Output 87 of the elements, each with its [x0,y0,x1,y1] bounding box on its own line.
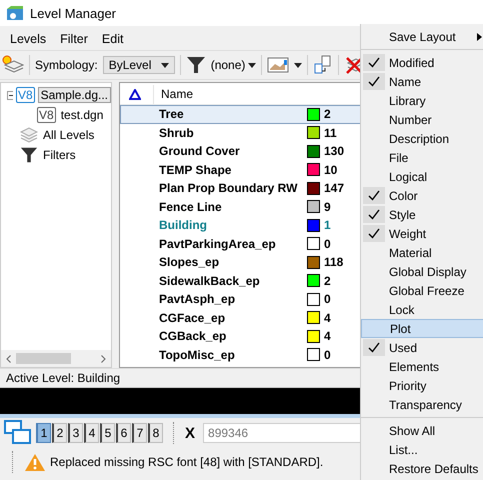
filter-icon [20,146,38,164]
status-message: Replaced missing RSC font [48] with [STANDARD]. [50,455,324,469]
color-number: 9 [324,200,331,214]
level-name: Shrub [158,126,195,140]
level-name: Plan Prop Boundary RW [158,181,298,196]
collapse-icon[interactable] [7,90,13,100]
menu-item[interactable]: Style [361,205,483,224]
menu-item[interactable]: Transparency [361,395,483,414]
menu-item[interactable]: Levels [10,32,46,46]
color-number: 4 [324,329,331,344]
windows-icon[interactable] [4,420,32,446]
caret-icon[interactable] [294,62,302,68]
view-button[interactable]: 2 [52,423,67,443]
warning-icon [24,452,46,472]
level-name: Slopes_ep [158,255,220,270]
level-name: PavtParkingArea_ep [158,236,277,251]
layers-icon[interactable] [2,55,24,75]
menu-item[interactable]: List... [361,440,483,459]
menu-item[interactable]: Save Layout [361,27,483,46]
level-name: PavtAsph_ep [158,292,236,306]
menu-item[interactable]: Edit [102,32,124,46]
menu-item[interactable]: Used [361,338,483,357]
caret-icon [248,62,256,68]
menu-item[interactable]: Material [361,243,483,262]
color-number: 2 [324,107,331,122]
menu-item[interactable]: Filter [60,32,88,46]
scroll-right-icon[interactable] [101,354,106,362]
color-number: 130 [324,144,344,158]
menu-item[interactable]: Lock [361,300,483,319]
menu-item[interactable]: Weight [361,224,483,243]
view-button[interactable]: 5 [100,423,115,443]
color-number: 118 [324,255,344,270]
level-name: SidewalkBack_ep [158,274,261,288]
scroll-left-icon[interactable] [6,354,11,362]
x-label: X [185,424,196,442]
menu-item[interactable]: Global Display [361,262,483,281]
color-number: 11 [324,126,337,140]
file-badge: V8 [37,107,56,123]
menu-item[interactable]: Restore Defaults [361,459,483,478]
level-name: Tree [158,107,185,122]
color-number: 0 [324,236,331,251]
file-badge: V8 [16,87,35,103]
app-icon [6,5,24,21]
color-number: 0 [324,348,331,362]
filter-icon[interactable] [186,55,206,75]
menu-item[interactable]: Plot [361,319,483,338]
level-name: Building [158,218,208,232]
menu-item[interactable]: File [361,148,483,167]
display-icon[interactable] [267,56,290,74]
delta-icon[interactable] [129,89,141,100]
level-name: CGBack_ep [158,329,228,344]
window-title: Level Manager [30,6,116,20]
menu-item[interactable]: Description [361,129,483,148]
menu-item[interactable]: Show All [361,421,483,440]
menu-item[interactable]: Color [361,186,483,205]
view-button[interactable]: 4 [84,423,99,443]
level-name: Ground Cover [158,144,241,158]
symbology-dropdown[interactable]: ByLevel [102,56,175,74]
color-number: 147 [324,181,344,196]
filter-dropdown[interactable]: (none) [210,58,256,72]
view-button[interactable]: 1 [36,423,51,443]
horizontal-scrollbar[interactable] [1,350,111,367]
color-number: 0 [324,292,331,306]
level-name: Fence Line [158,200,223,214]
level-name: CGFace_ep [158,310,226,325]
menu-item[interactable]: Global Freeze [361,281,483,300]
menu-item[interactable]: Modified [361,53,483,72]
color-number: 1 [324,218,331,232]
level-name: TEMP Shape [158,162,232,177]
layers-icon [20,127,38,143]
symbology-label: Symbology: [35,58,98,72]
view-button[interactable]: 6 [116,423,131,443]
caret-icon [160,62,169,68]
tree-item[interactable]: Sample.dg... [38,87,111,103]
view-button[interactable]: 7 [132,423,147,443]
level-name: TopoMisc_ep [158,348,236,362]
view-button[interactable]: 8 [148,423,163,443]
tree-item[interactable]: Filters [41,148,78,162]
color-number: 4 [324,310,331,325]
tree-item[interactable]: All Levels [41,128,96,142]
color-number: 10 [324,162,338,177]
tree-item[interactable]: test.dgn [58,108,106,122]
view-button[interactable]: 3 [68,423,83,443]
document-icon[interactable] [313,55,334,75]
color-number: 2 [324,274,331,288]
submenu-arrow-icon [477,32,482,40]
menu-item[interactable]: Logical [361,167,483,186]
